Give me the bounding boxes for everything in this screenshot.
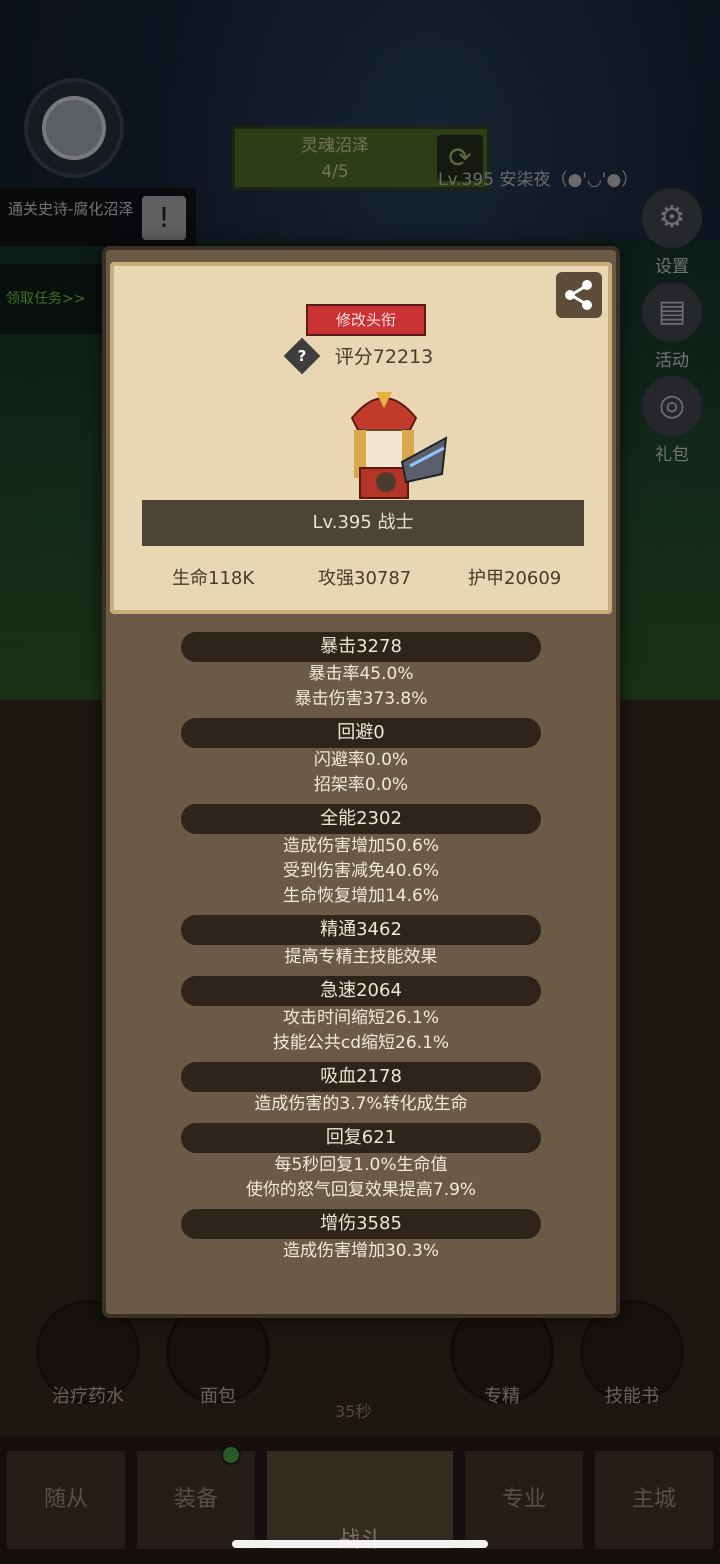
stat-header: 吸血2178 — [181, 1062, 541, 1092]
share-button[interactable] — [556, 272, 602, 318]
stat-detail: 闪避率0.0% — [313, 750, 409, 770]
stat-header: 回复621 — [181, 1123, 541, 1153]
home-indicator[interactable] — [232, 1540, 488, 1548]
character-stats-panel: 修改头衔 ? 评分72213 Lv.395 战士 生命118K 攻强30787 … — [102, 246, 620, 1318]
level-class-bar: Lv.395 战士 — [142, 500, 584, 546]
stat-header: 增伤3585 — [181, 1209, 541, 1239]
warrior-avatar — [350, 392, 448, 499]
stat-header: 暴击3278 — [181, 632, 541, 662]
stat-group: 回复621 每5秒回复1.0%生命值使你的怒气回复效果提高7.9% — [106, 1123, 616, 1203]
secondary-stats-list: 暴击3278 暴击率45.0% 暴击伤害373.8% 回避0 闪避率0.0% 招架率0.0… — [106, 632, 616, 1264]
character-card: 修改头衔 ? 评分72213 Lv.395 战士 生命118K 攻强30787 … — [110, 262, 612, 614]
score-row: ? 评分72213 — [114, 337, 608, 374]
stat-detail: 技能公共cd缩短26.1% — [272, 1033, 450, 1053]
stat-group: 精通3462 提高专精主技能效果 — [106, 915, 616, 970]
stat-detail: 造成伤害增加30.3% — [282, 1241, 439, 1261]
stat-detail: 受到伤害减免40.6% — [282, 861, 439, 881]
attack-power-stat: 攻强30787 — [318, 568, 412, 589]
stat-group: 回避0 闪避率0.0% 招架率0.0% — [106, 718, 616, 798]
stat-group: 暴击3278 暴击率45.0% 暴击伤害373.8% — [106, 632, 616, 712]
share-icon — [565, 280, 592, 310]
rename-title-button[interactable]: 修改头衔 — [306, 304, 426, 336]
stat-header: 全能2302 — [181, 804, 541, 834]
stat-group: 急速2064 攻击时间缩短26.1% 技能公共cd缩短26.1% — [106, 976, 616, 1056]
stat-detail: 招架率0.0% — [313, 775, 409, 795]
stat-detail: 提高专精主技能效果 — [284, 947, 438, 967]
stat-detail: 生命恢复增加14.6% — [282, 886, 439, 906]
help-icon[interactable]: ? — [283, 337, 321, 374]
stat-group: 全能2302 造成伤害增加50.6% 受到伤害减免40.6% 生命恢复增加14.6% — [106, 804, 616, 909]
core-stats: 生命118K 攻强30787 护甲20609 — [114, 564, 608, 592]
stat-detail: 造成伤害的3.7%转化成生命 — [254, 1094, 468, 1114]
stat-detail: 造成伤害增加50.6% — [282, 836, 439, 856]
stat-detail: 暴击伤害373.8% — [294, 689, 428, 709]
stat-header: 回避0 — [181, 718, 541, 748]
score-value: 评分72213 — [334, 346, 434, 368]
stat-group: 吸血2178 造成伤害的3.7%转化成生命 — [106, 1062, 616, 1117]
stat-header: 急速2064 — [181, 976, 541, 1006]
stat-group: 增伤3585 造成伤害增加30.3% — [106, 1209, 616, 1264]
hp-stat: 生命118K — [172, 568, 255, 589]
stat-detail: 攻击时间缩短26.1% — [282, 1008, 439, 1028]
stat-detail: 使你的怒气回复效果提高7.9% — [245, 1180, 477, 1200]
stat-header: 精通3462 — [181, 915, 541, 945]
stat-detail: 每5秒回复1.0%生命值 — [274, 1155, 448, 1175]
armor-stat: 护甲20609 — [468, 568, 562, 589]
stat-detail: 暴击率45.0% — [308, 664, 414, 684]
